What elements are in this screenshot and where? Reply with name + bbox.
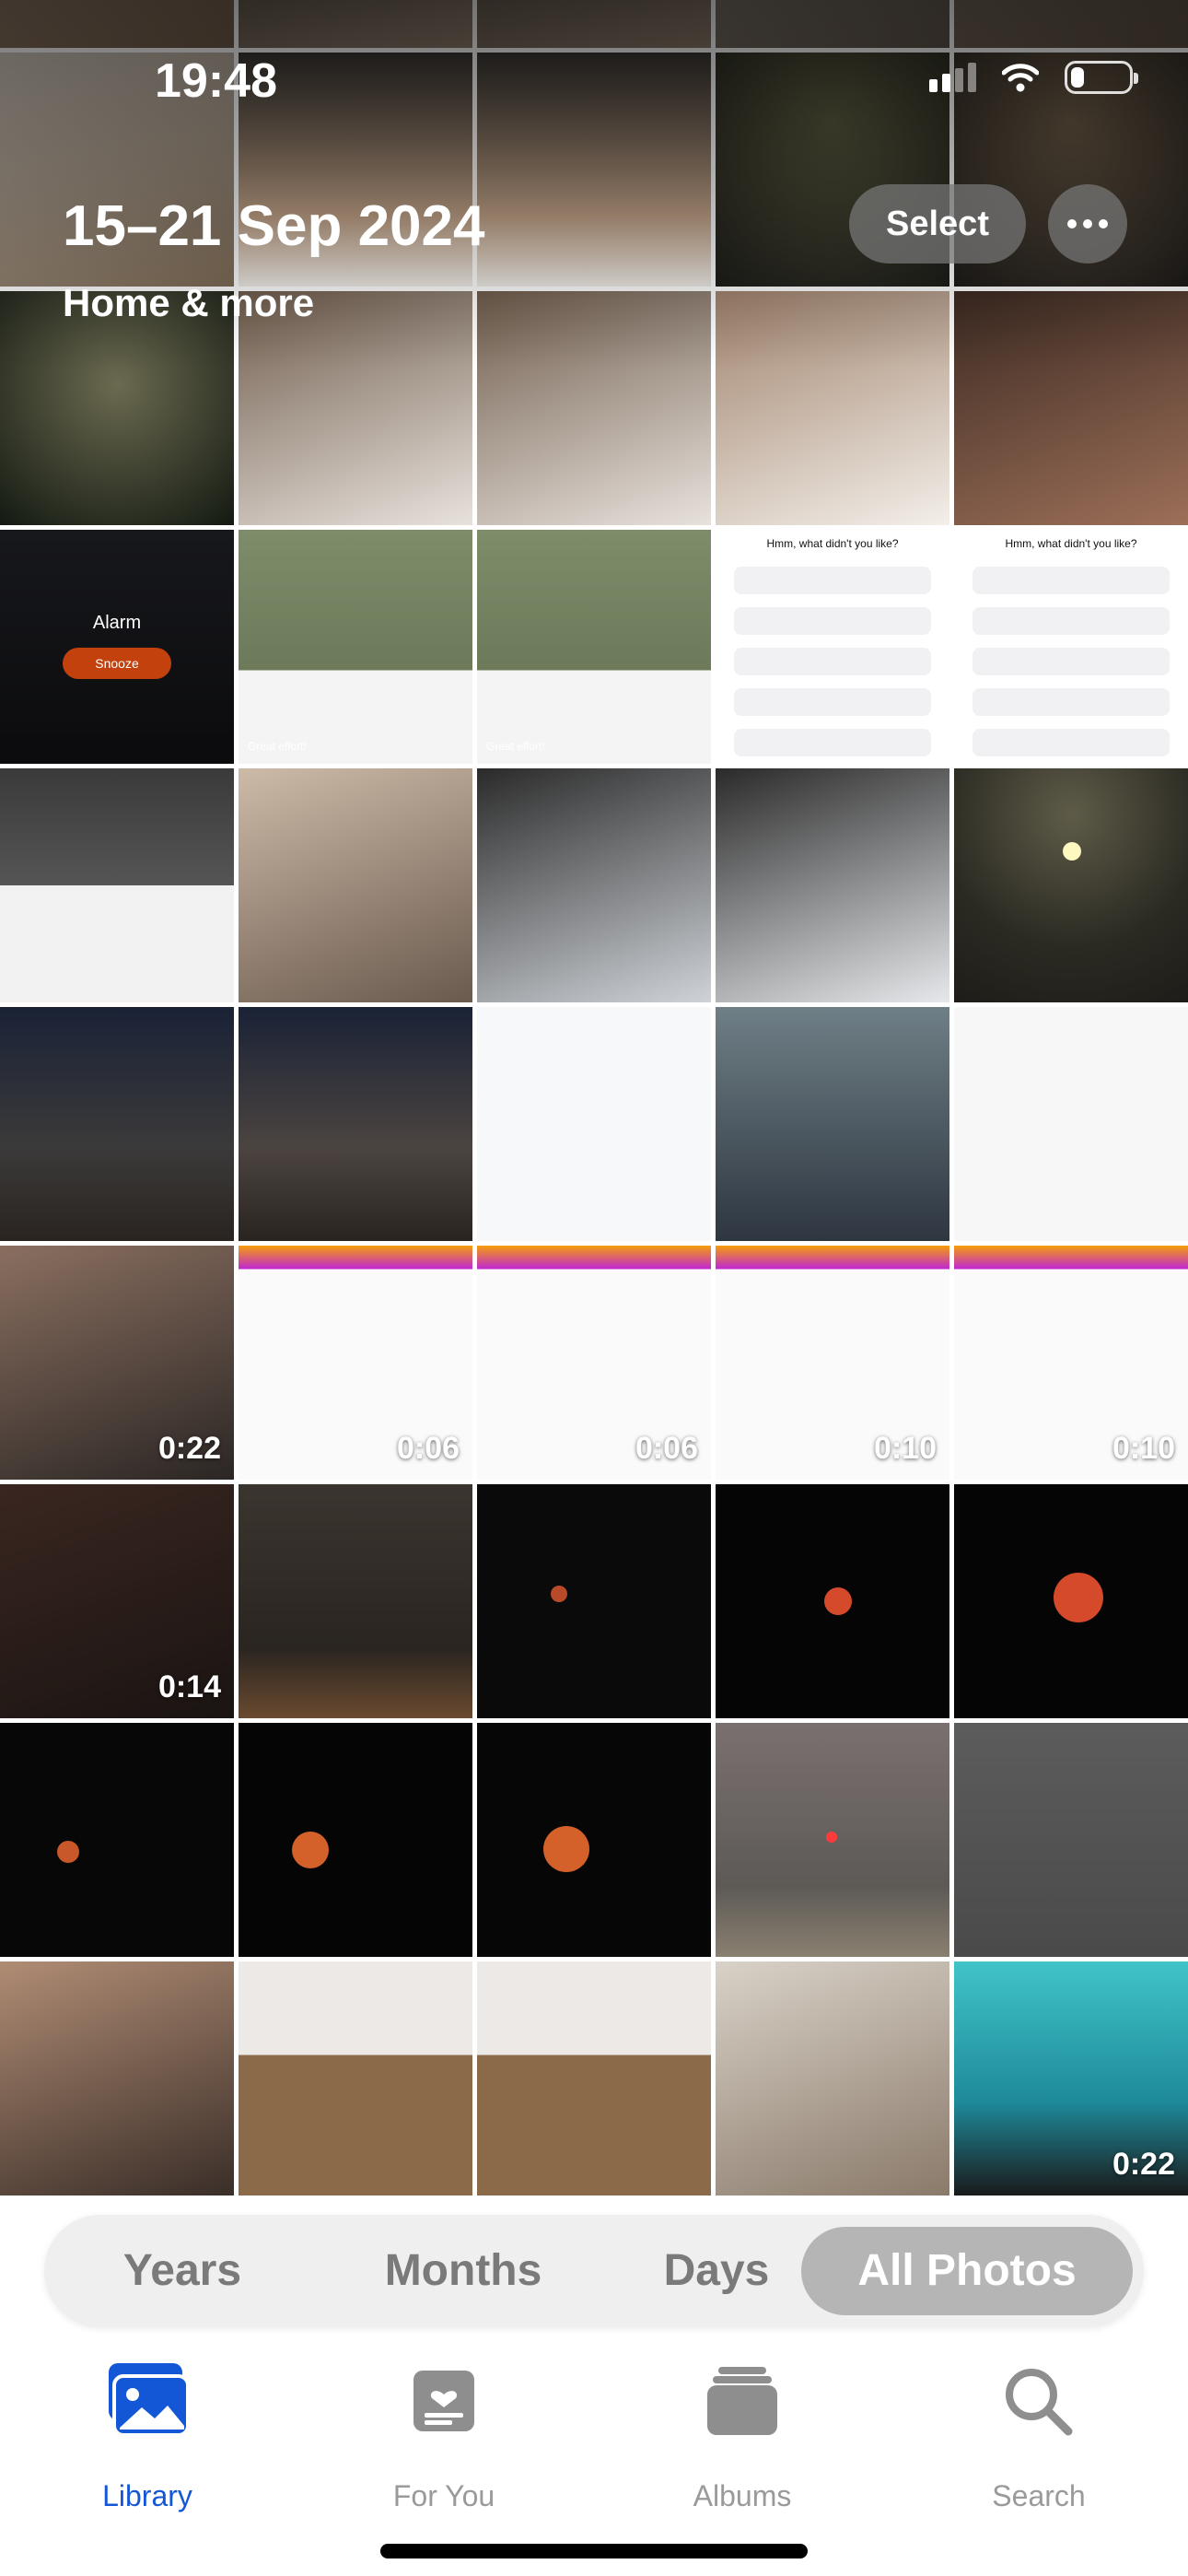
screenshot-thumbnail[interactable]: [0, 768, 234, 1002]
video-thumbnail[interactable]: 0:22: [0, 1246, 234, 1480]
photo-thumbnail[interactable]: [0, 1723, 234, 1957]
segment-years[interactable]: Years: [81, 2215, 284, 2327]
screenshot-list-row: [973, 607, 1170, 635]
photo-thumbnail[interactable]: [477, 1484, 711, 1718]
tab-library[interactable]: Library: [28, 2361, 267, 2536]
alarm-label: Alarm: [92, 613, 142, 633]
tab-search[interactable]: Search: [919, 2361, 1159, 2536]
screenshot-list-row: [734, 607, 931, 635]
moon-image: [57, 1841, 79, 1863]
video-duration: 0:10: [1112, 1431, 1175, 1466]
screenshot-list-row: [734, 648, 931, 675]
battery-icon: [1065, 61, 1138, 94]
location-subtitle: Home & more: [63, 281, 315, 324]
video-thumbnail[interactable]: 0:10: [716, 1246, 949, 1480]
photo-thumbnail[interactable]: [239, 1007, 472, 1241]
video-duration: 0:22: [157, 1431, 221, 1466]
photo-thumbnail[interactable]: [239, 1723, 472, 1957]
photo-thumbnail[interactable]: [0, 1961, 234, 2195]
photo-thumbnail[interactable]: [954, 1723, 1188, 1957]
moon-image: [1063, 842, 1081, 861]
screenshot-thumbnail[interactable]: [477, 1007, 711, 1241]
video-thumbnail[interactable]: 0:06: [239, 1246, 472, 1480]
screenshot-list-row: [973, 567, 1170, 594]
screenshot-caption: Great effort!: [248, 740, 307, 753]
tab-search-label: Search: [992, 2479, 1086, 2512]
video-thumbnail[interactable]: 0:14: [0, 1484, 234, 1718]
snooze-label: Snooze: [63, 648, 171, 679]
video-duration: 0:10: [873, 1431, 937, 1466]
photo-thumbnail[interactable]: [239, 768, 472, 1002]
screenshot-thumbnail[interactable]: [954, 1007, 1188, 1241]
screenshot-thumbnail[interactable]: Hmm, what didn't you like?: [716, 530, 949, 764]
bottom-panel: Years Months Days All Photos Library For…: [0, 2195, 1188, 2576]
screenshot-thumbnail[interactable]: Great effort!: [239, 530, 472, 764]
for-you-icon: [413, 2371, 474, 2431]
video-duration: 0:22: [1112, 2147, 1175, 2182]
cellular-signal-icon: [929, 63, 976, 92]
photo-thumbnail[interactable]: [716, 1723, 949, 1957]
status-time: 19:48: [155, 54, 277, 108]
screenshot-list-row: [734, 688, 931, 716]
photo-thumbnail[interactable]: [477, 1961, 711, 2195]
albums-icon: [707, 2367, 777, 2435]
tab-for-you[interactable]: For You: [324, 2361, 564, 2536]
photo-thumbnail[interactable]: [477, 1723, 711, 1957]
moon-image: [292, 1832, 329, 1868]
screenshot-list-row: [734, 567, 931, 594]
home-indicator: [380, 2544, 808, 2558]
view-segment-control: Years Months Days All Photos: [44, 2215, 1144, 2327]
ellipsis-icon: [1067, 219, 1077, 228]
screenshot-list-row: [973, 648, 1170, 675]
screenshot-list-row: [734, 729, 931, 756]
status-icons: [929, 61, 1138, 94]
photo-thumbnail[interactable]: [954, 768, 1188, 1002]
tab-library-label: Library: [102, 2479, 192, 2512]
screenshot-thumbnail[interactable]: [716, 1007, 949, 1241]
segment-all-photos[interactable]: All Photos: [801, 2227, 1133, 2315]
screenshot-thumbnail[interactable]: [716, 768, 949, 1002]
moon-image: [1054, 1573, 1103, 1622]
moon-image: [826, 1832, 837, 1843]
select-button[interactable]: Select: [849, 184, 1026, 263]
video-thumbnail[interactable]: 0:06: [477, 1246, 711, 1480]
screenshot-title: Hmm, what didn't you like?: [766, 537, 899, 550]
wifi-icon: [1002, 64, 1039, 92]
screenshot-thumbnail[interactable]: [477, 768, 711, 1002]
tab-albums[interactable]: Albums: [623, 2361, 862, 2536]
segment-months[interactable]: Months: [348, 2215, 578, 2327]
moon-image: [551, 1586, 567, 1602]
moon-image: [543, 1826, 589, 1872]
screenshot-thumbnail[interactable]: Hmm, what didn't you like?: [954, 530, 1188, 764]
video-duration: 0:14: [157, 1669, 221, 1704]
screenshot-list-row: [973, 729, 1170, 756]
moon-image: [824, 1587, 852, 1615]
screenshot-title: Hmm, what didn't you like?: [1005, 537, 1137, 550]
photo-library-icon: [109, 2363, 190, 2437]
photo-thumbnail[interactable]: [239, 1484, 472, 1718]
tab-albums-label: Albums: [693, 2479, 792, 2512]
photo-thumbnail[interactable]: [716, 1484, 949, 1718]
tab-for-you-label: For You: [392, 2479, 495, 2512]
more-options-button[interactable]: [1048, 184, 1127, 263]
screenshot-caption: Great effort!: [486, 740, 545, 753]
video-thumbnail[interactable]: 0:10: [954, 1246, 1188, 1480]
screenshot-thumbnail[interactable]: Great effort!: [477, 530, 711, 764]
date-range-title: 15–21 Sep 2024: [63, 194, 485, 258]
video-thumbnail[interactable]: 0:22: [954, 1961, 1188, 2195]
video-duration: 0:06: [635, 1431, 698, 1466]
photo-thumbnail[interactable]: [716, 1961, 949, 2195]
photo-thumbnail[interactable]: [954, 1484, 1188, 1718]
segment-days[interactable]: Days: [606, 2215, 827, 2327]
photo-thumbnail[interactable]: [0, 1007, 234, 1241]
video-duration: 0:06: [396, 1431, 460, 1466]
screenshot-list-row: [973, 688, 1170, 716]
magnifying-glass-icon: [1006, 2369, 1073, 2436]
screenshot-thumbnail[interactable]: Alarm Snooze: [0, 530, 234, 764]
photo-thumbnail[interactable]: [239, 1961, 472, 2195]
